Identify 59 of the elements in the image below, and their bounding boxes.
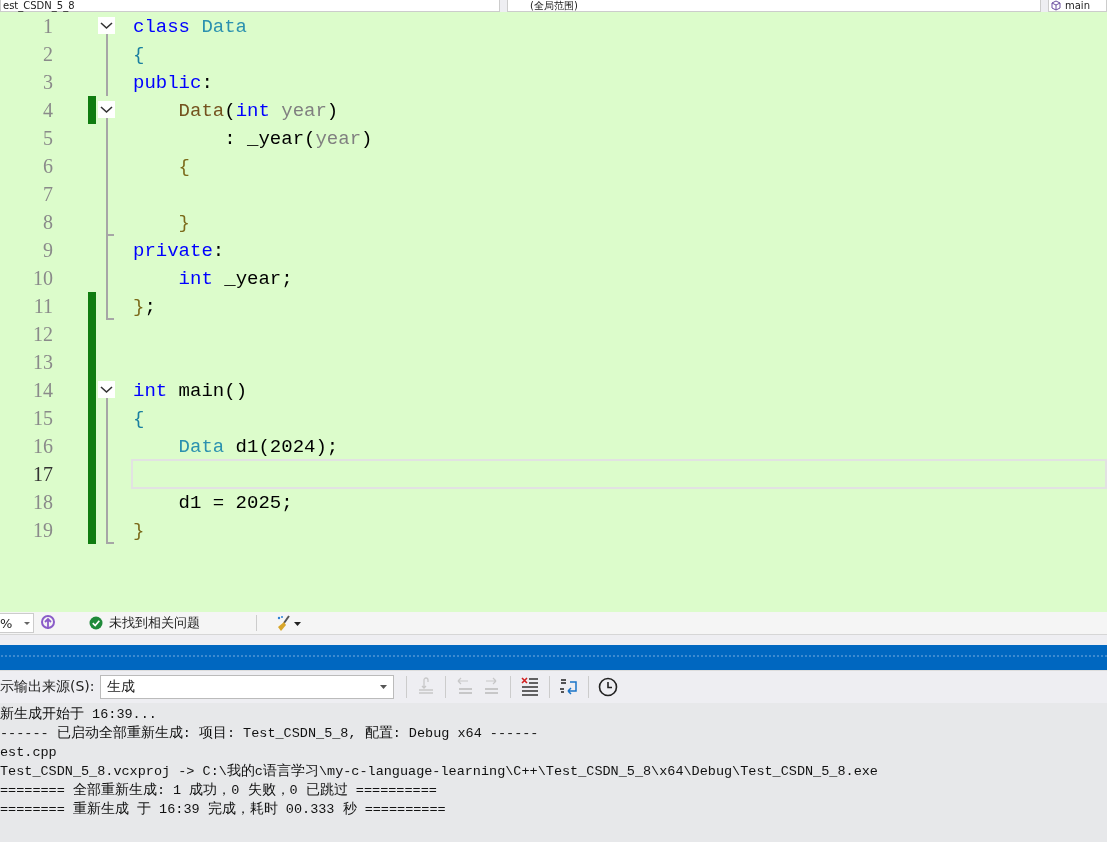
output-line: Test_CSDN_5_8.vcxproj -> C:\我的c语言学习\my-c-language-learning\C++\Test_CSDN_5_8\x64\Debug\Test_CSDN_5_8.exe [0,762,878,781]
line-number: 10 [32,266,53,291]
line-number: 19 [32,518,53,543]
line-number: 3 [42,70,53,95]
line-number: 5 [42,126,53,151]
collapse-icon[interactable] [98,101,115,118]
line-number: 8 [42,210,53,235]
line-number: 11 [32,294,53,319]
code-line: : _year(year) [223,128,373,150]
output-line: est.cpp [0,744,57,762]
code-line: }; [133,296,156,318]
code-line: class Data [133,16,248,38]
code-line: } [177,212,190,234]
broom-icon[interactable] [275,614,301,632]
code-line: d1 = 2025; [177,492,293,514]
clock-button[interactable] [596,676,619,698]
line-number: 17 [32,462,53,487]
line-number: 6 [42,154,53,179]
line-number: 14 [32,378,53,403]
line-number: 13 [32,350,53,375]
code-line: { [133,408,145,430]
code-line: int _year; [177,268,293,290]
output-line: ======== 全部重新生成: 1 成功，0 失败，0 已跳过 ========== [0,781,437,800]
code-line: Data(int year) [177,100,339,122]
cube-icon [1051,0,1061,11]
caret-icon [379,685,387,689]
scope-dropdown[interactable]: (全局范围) [507,0,1041,12]
line-number: 9 [42,238,53,263]
member-name: main [1065,0,1090,11]
line-number: 16 [32,434,53,459]
source-dropdown[interactable]: 生成 [99,675,394,699]
line-number: 1 [42,14,53,39]
line-number: 18 [32,490,53,515]
code-line: } [133,520,145,542]
output-line: ======== 重新生成 于 16:39 完成，耗时 00.333 秒 ========== [0,800,446,819]
code-line: { [133,44,145,66]
zoom-dropdown[interactable]: % [0,613,34,633]
line-number: 12 [32,322,53,347]
project-dropdown[interactable]: est_CSDN_5_8 [0,0,500,12]
collapse-icon[interactable] [98,17,115,34]
check-icon [89,616,103,630]
output-line: ------ 已启动全部重新生成: 项目: Test_CSDN_5_8, 配置: Debug x64 ------ [0,724,539,743]
source-label: 示输出来源(S): [0,678,95,696]
code-line: int main() [133,380,248,402]
line-number: 15 [32,406,53,431]
assistant-icon[interactable] [40,615,56,631]
line-number: 2 [42,42,53,67]
member-dropdown[interactable]: main [1048,0,1107,12]
caret-icon [24,621,30,625]
code-line: private: [133,240,225,262]
line-number: 4 [42,98,53,123]
code-line: { [177,156,190,178]
code-line: Data d1(2024); [177,436,339,458]
output-line: 新生成开始于 16:39... [0,705,157,724]
clear-all-button[interactable] [518,676,541,698]
collapse-icon[interactable] [98,381,115,398]
code-line: public: [133,72,213,94]
issues-status: 未找到相关问题 [109,614,200,632]
line-number: 7 [42,182,53,207]
